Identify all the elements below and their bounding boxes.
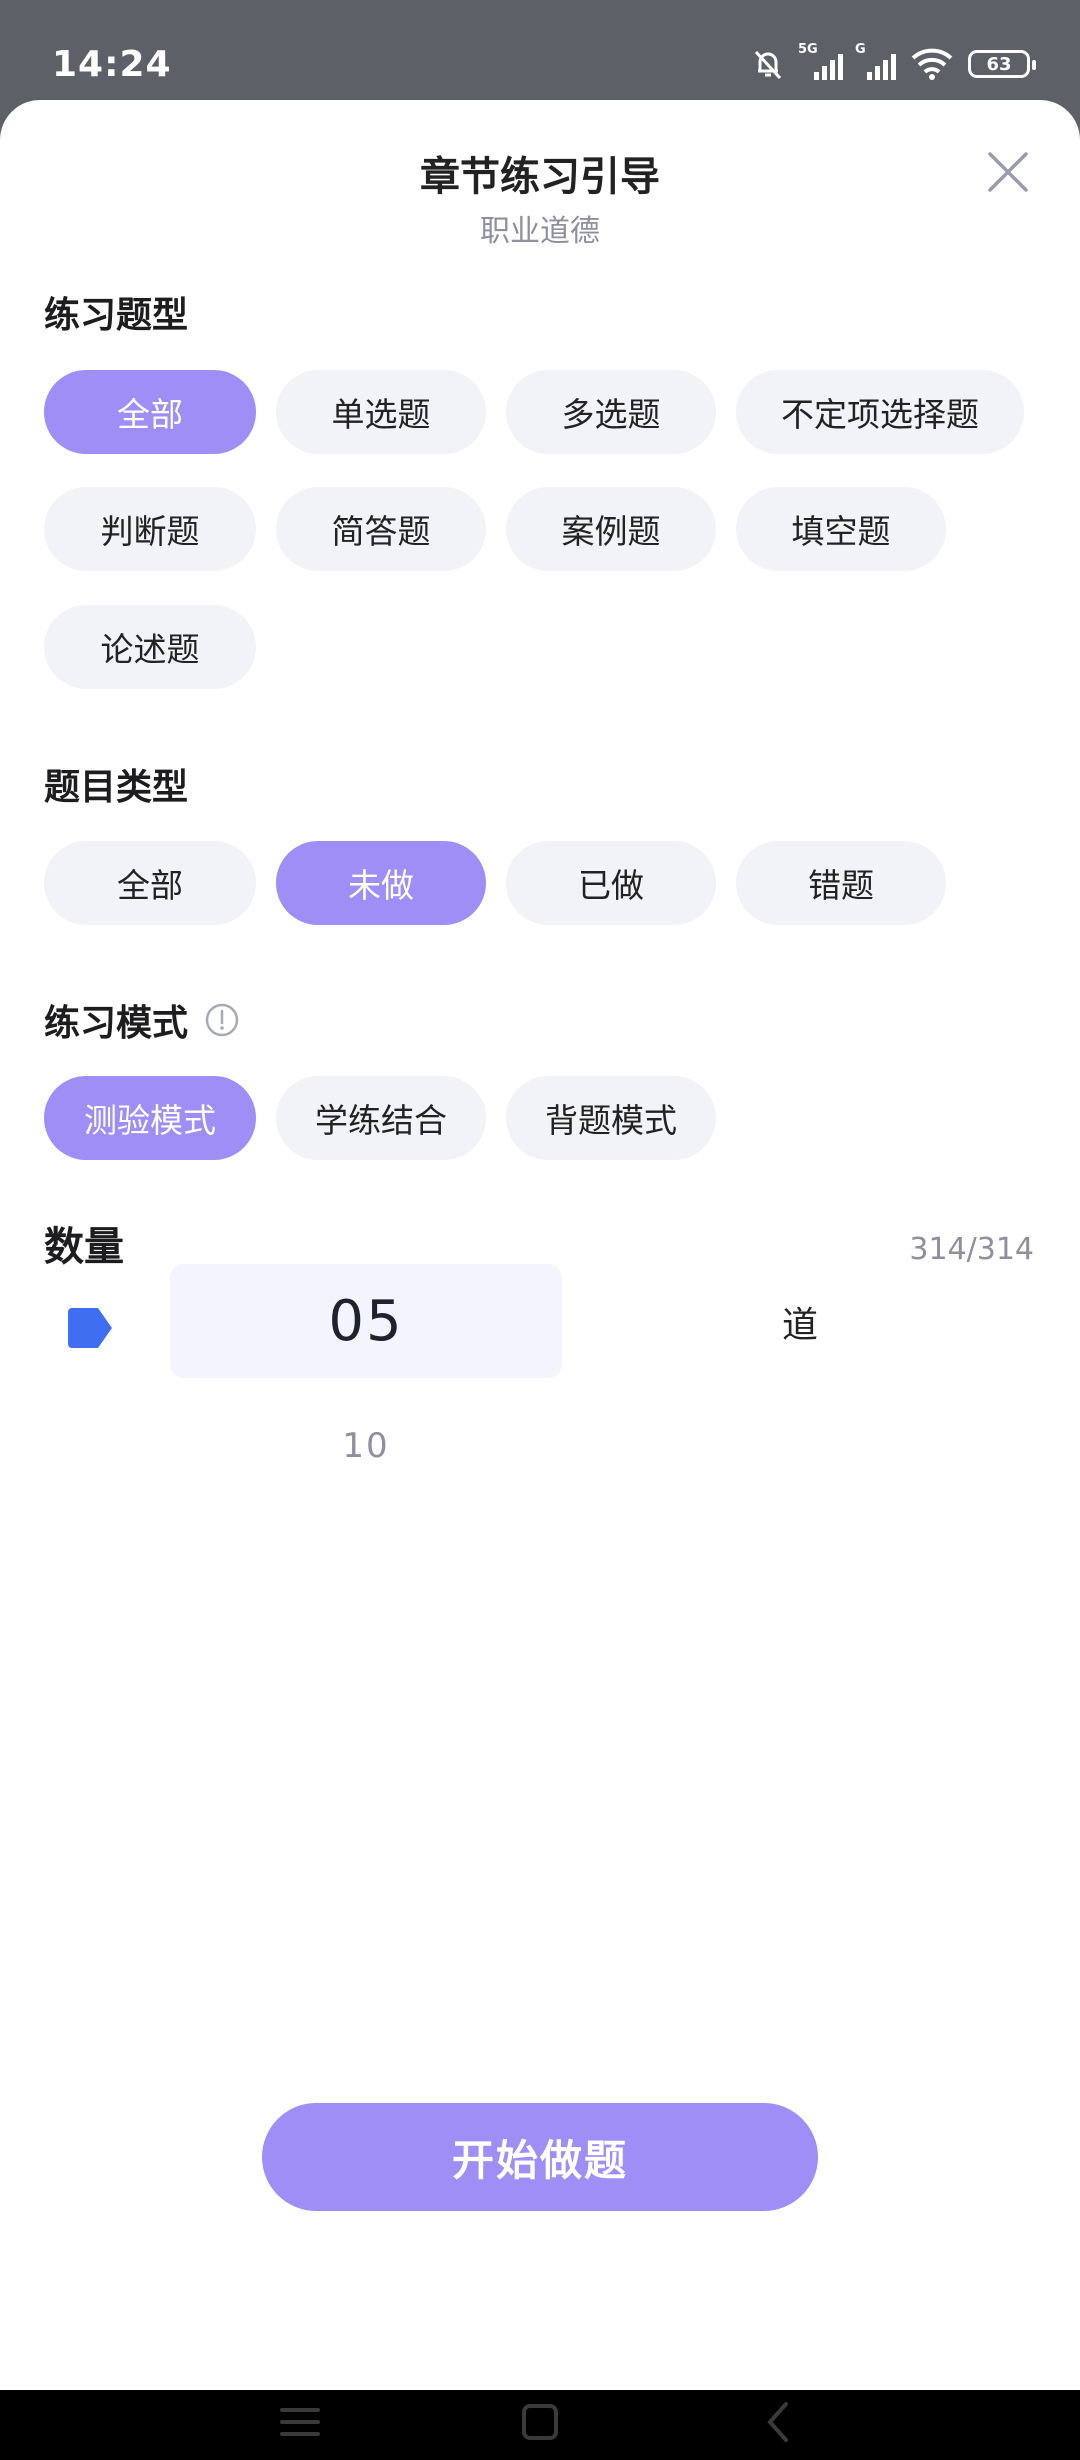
status-time: 14:24 [52, 44, 172, 85]
status-bar: 14:24 5G G 63 [0, 0, 1080, 100]
quantity-picker[interactable]: 05 [170, 1264, 562, 1378]
chip-case-study[interactable]: 案例题 [506, 487, 716, 571]
item-types-label: 题目类型 [44, 767, 189, 808]
wifi-icon [911, 48, 953, 80]
signal-label-g: G [855, 42, 866, 57]
chip-single-choice[interactable]: 单选题 [276, 370, 486, 454]
tag-icon [68, 1308, 112, 1348]
status-icons: 5G G 63 [750, 42, 1036, 82]
sheet-subtitle: 职业道德 [480, 214, 600, 249]
question-types-title: 练习题型 [44, 286, 188, 338]
chip-true-false[interactable]: 判断题 [44, 487, 256, 571]
chip-study-practice[interactable]: 学练结合 [276, 1076, 486, 1160]
practice-mode-title: 练习模式 [44, 994, 240, 1046]
quantity-label: 数量 [44, 1224, 124, 1270]
battery-icon: 63 [968, 50, 1036, 78]
chip-essay[interactable]: 论述题 [44, 605, 256, 689]
chip-done[interactable]: 已做 [506, 841, 716, 925]
item-types-title: 题目类型 [44, 758, 188, 810]
signal-label-5g: 5G [798, 42, 818, 57]
chip-indefinite-choice[interactable]: 不定项选择题 [736, 370, 1024, 454]
mute-bell-icon [754, 50, 782, 80]
chip-fill-blank[interactable]: 填空题 [736, 487, 946, 571]
chip-memorize-mode[interactable]: 背题模式 [506, 1076, 716, 1160]
system-nav-bar [0, 2390, 1080, 2460]
close-icon[interactable] [984, 148, 1032, 196]
signal-icon: 5G [798, 42, 843, 80]
chip-wrong[interactable]: 错题 [736, 841, 946, 925]
practice-mode-label: 练习模式 [44, 1003, 189, 1044]
signal-icon: G [855, 42, 896, 80]
start-button[interactable]: 开始做题 [262, 2103, 818, 2211]
chip-item-all[interactable]: 全部 [44, 841, 256, 925]
practice-guide-sheet: 章节练习引导 职业道德 练习题型 全部 单选题 多选题 不定项选择题 判断题 简… [0, 100, 1080, 2390]
chip-question-all[interactable]: 全部 [44, 370, 256, 454]
question-count: 314/314 [909, 1232, 1034, 1267]
chip-undone[interactable]: 未做 [276, 841, 486, 925]
chip-multi-choice[interactable]: 多选题 [506, 370, 716, 454]
back-icon[interactable] [756, 2398, 804, 2446]
question-types-label: 练习题型 [44, 295, 189, 336]
quantity-picker-next[interactable]: 10 [170, 1426, 562, 1466]
info-icon[interactable] [204, 1002, 240, 1038]
menu-icon[interactable] [276, 2398, 324, 2446]
chip-quiz-mode[interactable]: 测验模式 [44, 1076, 256, 1160]
quantity-unit: 道 [781, 1305, 818, 1346]
chip-short-answer[interactable]: 简答题 [276, 487, 486, 571]
sheet-title: 章节练习引导 [420, 154, 660, 200]
quantity-title: 数量 [44, 1214, 124, 1272]
home-icon[interactable] [516, 2398, 564, 2446]
